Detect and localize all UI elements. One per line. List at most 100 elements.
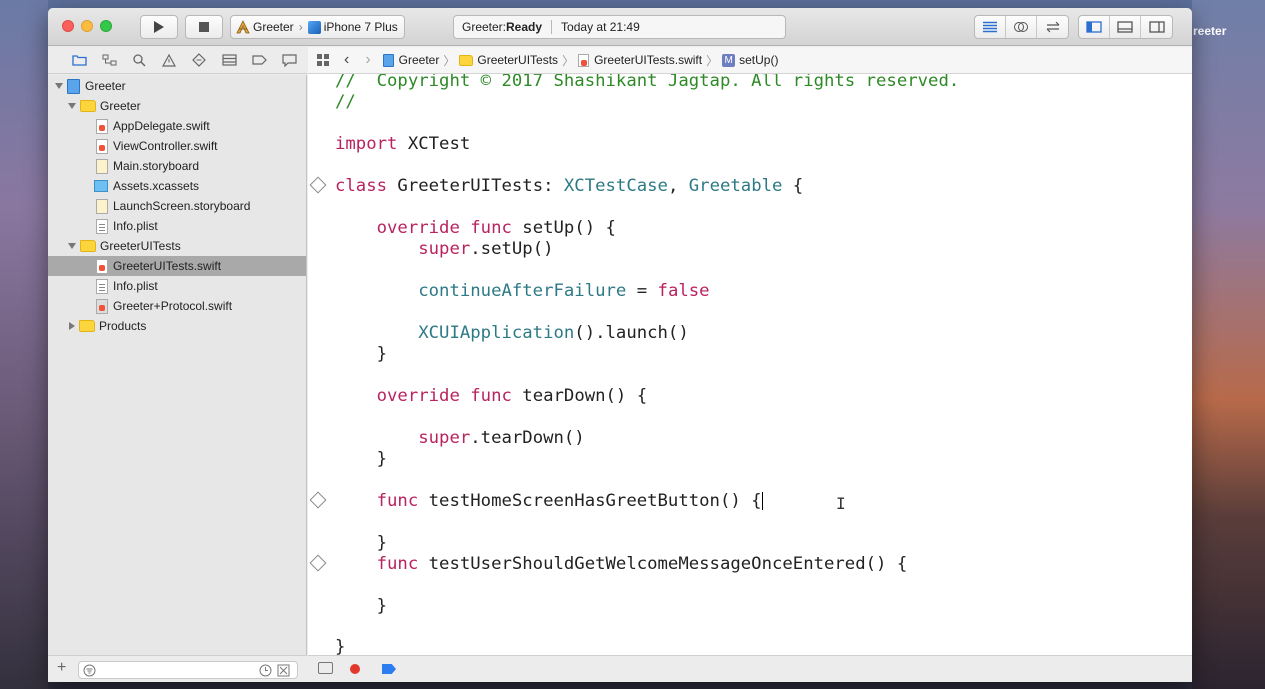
record-icon[interactable] — [350, 664, 360, 674]
app-target-icon — [236, 20, 250, 34]
symbol-navigator-tab[interactable] — [94, 50, 124, 70]
panel-toggle-segment — [1078, 15, 1173, 39]
breadcrumb-project[interactable]: Greeter — [399, 53, 440, 67]
tree-row-label: Greeter+Protocol.swift — [113, 299, 233, 313]
navigator-filter-bar: + — [48, 655, 307, 682]
activity-time: Today at 21:49 — [561, 20, 640, 34]
add-icon[interactable]: + — [57, 659, 66, 677]
toggle-utilities-button[interactable] — [1141, 16, 1172, 38]
activity-viewer: Greeter: Ready Today at 21:49 — [453, 15, 786, 39]
debug-navigator-tab[interactable] — [214, 50, 244, 70]
test-navigator-tab[interactable] — [184, 50, 214, 70]
desktop-wallpaper-right — [1192, 0, 1265, 689]
disclosure-closed-icon[interactable] — [69, 322, 75, 330]
tree-row-file[interactable]: AppDelegate.swift — [48, 116, 306, 136]
find-navigator-tab[interactable] — [124, 50, 154, 70]
search-icon — [133, 54, 146, 67]
tree-row-folder[interactable]: Products — [48, 316, 306, 336]
tree-row-label: Greeter — [85, 79, 126, 93]
related-items-icon[interactable] — [316, 53, 330, 67]
stop-icon — [199, 22, 209, 32]
play-icon — [154, 21, 164, 33]
close-window-button[interactable] — [62, 20, 74, 32]
project-navigator-tab[interactable] — [64, 50, 94, 70]
forward-icon[interactable]: › — [365, 51, 370, 69]
breadcrumb-file[interactable]: GreeterUITests.swift — [594, 53, 702, 67]
breadcrumb-group[interactable]: GreeterUITests — [477, 53, 558, 67]
tree-row-label: Greeter — [100, 99, 141, 113]
tree-row-file[interactable]: Assets.xcassets — [48, 176, 306, 196]
code-line: // — [335, 92, 356, 112]
code-line: class GreeterUITests: XCTestCase, Greeta… — [335, 176, 804, 196]
disclosure-open-icon[interactable] — [68, 103, 76, 109]
version-editor-button[interactable] — [1037, 16, 1068, 38]
tree-row-label: Products — [99, 319, 147, 333]
folder-icon — [80, 240, 96, 252]
test-run-diamond[interactable] — [309, 491, 327, 509]
test-run-diamond[interactable] — [309, 554, 327, 572]
back-icon[interactable]: ‹ — [344, 51, 349, 69]
minimize-window-button[interactable] — [81, 20, 93, 32]
toolbar: Greeter › iPhone 7 Plus Greeter: Ready T… — [48, 8, 1192, 46]
activity-status: Ready — [506, 20, 543, 34]
tree-row-file[interactable]: Main.storyboard — [48, 156, 306, 176]
breadcrumb-symbol[interactable]: setUp() — [739, 53, 778, 67]
stop-button[interactable] — [185, 15, 223, 39]
navigator-selector-bar — [48, 47, 307, 74]
tree-row-folder[interactable]: GreeterUITests — [48, 236, 306, 256]
project-icon — [382, 53, 394, 67]
breakpoints-toggle-icon[interactable] — [382, 664, 396, 674]
disclosure-open-icon[interactable] — [55, 83, 63, 89]
run-button[interactable] — [140, 15, 178, 39]
scheme-device-label: iPhone 7 Plus — [323, 20, 398, 34]
plist-file-icon — [96, 278, 108, 294]
tree-row-file[interactable]: Info.plist — [48, 216, 306, 236]
folder-icon — [71, 55, 87, 66]
tree-row-file-selected[interactable]: GreeterUITests.swift — [48, 256, 306, 276]
storyboard-file-icon — [96, 198, 108, 214]
tree-row-label: Assets.xcassets — [113, 179, 200, 193]
project-icon — [67, 78, 80, 94]
tree-row-project[interactable]: Greeter — [48, 76, 306, 96]
storyboard-file-icon — [96, 158, 108, 174]
assistant-editor-button[interactable] — [1006, 16, 1037, 38]
navigator-filter-field[interactable] — [78, 661, 298, 679]
jump-bar: ‹ › Greeter 〉 GreeterUITests 〉 GreeterUI… — [308, 47, 1192, 74]
disclosure-open-icon[interactable] — [68, 243, 76, 249]
tree-row-file[interactable]: Greeter+Protocol.swift — [48, 296, 306, 316]
folder-icon — [80, 100, 96, 112]
tree-row-file[interactable]: Info.plist — [48, 276, 306, 296]
tree-row-label: GreeterUITests — [100, 239, 181, 253]
recent-files-icon[interactable] — [259, 664, 272, 677]
report-navigator-tab[interactable] — [274, 50, 304, 70]
tree-row-file[interactable]: LaunchScreen.storyboard — [48, 196, 306, 216]
xcode-window: Greeter › iPhone 7 Plus Greeter: Ready T… — [48, 8, 1192, 682]
scheme-selector[interactable]: Greeter › iPhone 7 Plus — [230, 15, 405, 39]
ibeam-cursor-icon: I — [836, 494, 846, 513]
scm-filter-icon[interactable] — [277, 664, 290, 677]
code-line: super.setUp() — [335, 239, 554, 259]
maximize-window-button[interactable] — [100, 20, 112, 32]
plist-file-icon — [96, 218, 108, 234]
test-run-diamond[interactable] — [309, 176, 327, 194]
source-editor[interactable]: // Copyright © 2017 Shashikant Jagtap. A… — [308, 74, 1192, 655]
desktop-wallpaper-left — [0, 0, 48, 689]
swift-file-icon — [96, 258, 108, 274]
toggle-debug-area-button[interactable] — [1110, 16, 1141, 38]
breakpoint-navigator-tab[interactable] — [244, 50, 274, 70]
arrows-swap-icon — [1046, 21, 1059, 33]
tree-row-file[interactable]: ViewController.swift — [48, 136, 306, 156]
tree-row-folder[interactable]: Greeter — [48, 96, 306, 116]
toggle-navigator-button[interactable] — [1079, 16, 1110, 38]
swift-file-icon — [578, 53, 590, 67]
swift-file-icon — [96, 118, 108, 134]
issue-navigator-tab[interactable] — [154, 50, 184, 70]
left-panel-icon — [1086, 21, 1102, 33]
code-line: import XCTest — [335, 134, 471, 154]
swift-file-icon — [96, 138, 108, 154]
align-lines-icon — [983, 21, 997, 33]
standard-editor-button[interactable] — [975, 16, 1006, 38]
editor-mode-segment — [974, 15, 1069, 39]
show-debug-area-icon[interactable] — [318, 662, 333, 674]
code-line: func testUserShouldGetWelcomeMessageOnce… — [335, 554, 908, 574]
